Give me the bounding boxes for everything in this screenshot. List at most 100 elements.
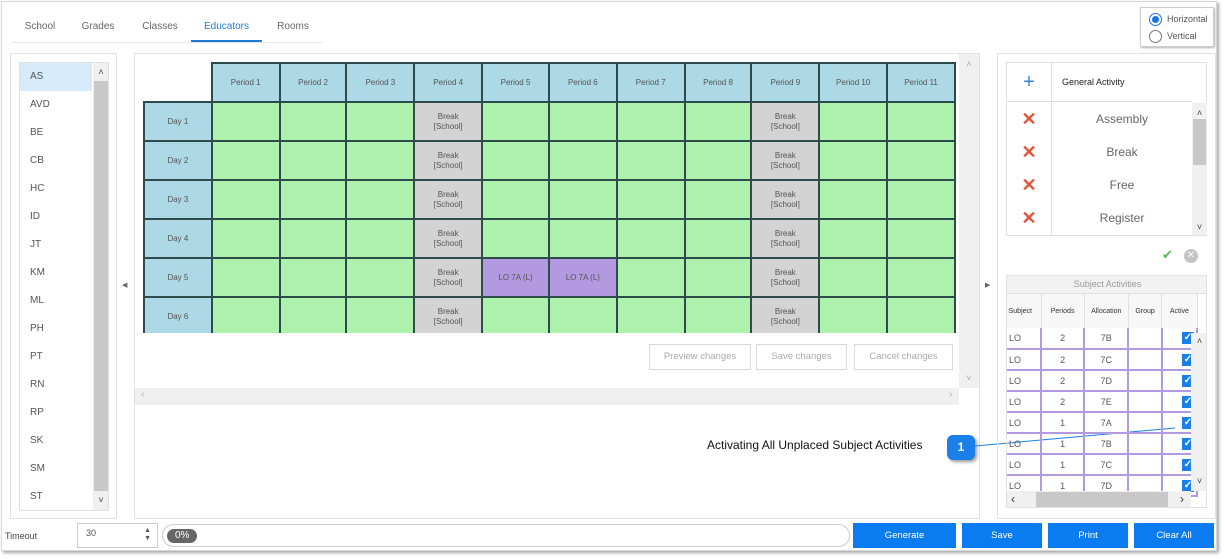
save-button[interactable]: Save — [962, 523, 1042, 548]
free-slot-cell[interactable] — [210, 140, 281, 181]
tab-grades[interactable]: Grades — [70, 14, 126, 42]
lesson-cell[interactable]: LO 7A (L) — [481, 257, 550, 298]
educator-item[interactable]: SK — [20, 427, 92, 455]
educator-item[interactable]: PT — [20, 343, 92, 371]
free-slot-cell[interactable] — [345, 218, 416, 259]
educator-item[interactable]: AVD — [20, 91, 92, 119]
free-slot-cell[interactable] — [481, 140, 550, 181]
free-slot-cell[interactable] — [547, 101, 618, 142]
break-cell[interactable]: Break [School] — [413, 101, 484, 142]
free-slot-cell[interactable] — [615, 218, 686, 259]
free-slot-cell[interactable] — [345, 140, 416, 181]
subject-activity-row[interactable]: LO 1 7C ✓ — [1007, 454, 1199, 476]
free-slot-cell[interactable] — [615, 257, 686, 298]
free-slot-cell[interactable] — [210, 179, 281, 220]
free-slot-cell[interactable] — [210, 257, 281, 298]
free-slot-cell[interactable] — [886, 257, 956, 298]
break-cell[interactable]: Break [School] — [413, 179, 484, 220]
educator-item[interactable]: ST — [20, 483, 92, 510]
cancel-changes-button[interactable]: Cancel changes — [854, 344, 953, 370]
subject-activity-row[interactable]: LO 2 7D ✓ — [1007, 370, 1199, 392]
scroll-up-icon[interactable]: ˄ — [1192, 107, 1207, 119]
free-slot-cell[interactable] — [683, 101, 753, 142]
save-changes-button[interactable]: Save changes — [756, 344, 847, 370]
subject-activity-row[interactable]: LO 2 7E ✓ — [1007, 391, 1199, 413]
free-slot-cell[interactable] — [615, 179, 686, 220]
lesson-cell[interactable]: LO 7A (L) — [547, 257, 618, 298]
clear-all-button[interactable]: Clear All — [1134, 523, 1214, 548]
scroll-up-icon[interactable]: ˄ — [959, 58, 979, 70]
educator-item[interactable]: AS — [20, 63, 92, 91]
activity-row[interactable]: ✕ Break — [1007, 136, 1192, 169]
free-slot-cell[interactable] — [818, 179, 889, 220]
column-header-periods[interactable]: Periods — [1041, 294, 1085, 328]
general-activity-scrollbar[interactable]: ˄ ˅ — [1192, 103, 1207, 235]
scrollbar-thumb[interactable] — [1193, 119, 1206, 165]
subject-activity-row[interactable]: LO 2 7C ✓ — [1007, 349, 1199, 371]
timetable-hscrollbar[interactable]: ‹ › — [135, 388, 959, 405]
subject-activities-vscrollbar[interactable]: ˄ ˅ — [1191, 333, 1206, 491]
free-slot-cell[interactable] — [547, 218, 618, 259]
free-slot-cell[interactable] — [278, 218, 348, 259]
free-slot-cell[interactable] — [278, 179, 348, 220]
educator-item[interactable]: BE — [20, 119, 92, 147]
free-slot-cell[interactable] — [683, 218, 753, 259]
delete-icon[interactable]: ✕ — [1007, 136, 1052, 169]
confirm-check-icon[interactable]: ✔ — [1162, 247, 1173, 263]
free-slot-cell[interactable] — [818, 296, 889, 333]
activity-row[interactable]: ✕ Assembly — [1007, 103, 1192, 136]
delete-icon[interactable]: ✕ — [1007, 103, 1052, 136]
preview-changes-button[interactable]: Preview changes — [649, 344, 751, 370]
educator-item[interactable]: SM — [20, 455, 92, 483]
educator-item[interactable]: KM — [20, 259, 92, 287]
scroll-down-icon[interactable]: ˅ — [1191, 475, 1206, 487]
free-slot-cell[interactable] — [345, 179, 416, 220]
scroll-down-icon[interactable]: ˅ — [959, 372, 979, 384]
educator-item[interactable]: ML — [20, 287, 92, 315]
free-slot-cell[interactable] — [615, 140, 686, 181]
free-slot-cell[interactable] — [481, 218, 550, 259]
educator-item[interactable]: CB — [20, 147, 92, 175]
activity-row[interactable]: ✕ Free — [1007, 169, 1192, 202]
free-slot-cell[interactable] — [683, 179, 753, 220]
free-slot-cell[interactable] — [886, 101, 956, 142]
radio-horizontal-input[interactable] — [1149, 12, 1162, 26]
subject-activities-hscrollbar[interactable]: ‹ › — [1007, 491, 1191, 507]
free-slot-cell[interactable] — [547, 140, 618, 181]
free-slot-cell[interactable] — [278, 296, 348, 333]
educator-item[interactable]: PH — [20, 315, 92, 343]
break-cell[interactable]: Break [School] — [750, 296, 821, 333]
educator-item[interactable]: RN — [20, 371, 92, 399]
educator-item[interactable]: HC — [20, 175, 92, 203]
free-slot-cell[interactable] — [886, 140, 956, 181]
break-cell[interactable]: Break [School] — [750, 140, 821, 181]
free-slot-cell[interactable] — [886, 296, 956, 333]
break-cell[interactable]: Break [School] — [413, 296, 484, 333]
free-slot-cell[interactable] — [683, 140, 753, 181]
activity-row[interactable]: ✕ Register — [1007, 202, 1192, 235]
scroll-right-icon[interactable]: › — [1180, 492, 1184, 506]
column-header-group[interactable]: Group — [1128, 294, 1163, 328]
free-slot-cell[interactable] — [818, 257, 889, 298]
timeout-stepper[interactable]: 30 ▲ ▼ — [77, 523, 158, 548]
free-slot-cell[interactable] — [481, 179, 550, 220]
free-slot-cell[interactable] — [818, 140, 889, 181]
tab-classes[interactable]: Classes — [132, 14, 188, 42]
break-cell[interactable]: Break [School] — [750, 218, 821, 259]
educator-item[interactable]: JT — [20, 231, 92, 259]
column-header-allocation[interactable]: Allocation — [1084, 294, 1129, 328]
free-slot-cell[interactable] — [345, 257, 416, 298]
collapse-left-icon[interactable]: ◀ — [122, 281, 127, 289]
column-header-subject[interactable]: Subject — [1007, 294, 1042, 328]
free-slot-cell[interactable] — [547, 296, 618, 333]
tab-educators[interactable]: Educators — [191, 14, 262, 42]
scrollbar-thumb[interactable] — [94, 81, 108, 491]
timetable-vscrollbar[interactable]: ˄ ˅ — [959, 54, 979, 388]
scroll-down-icon[interactable]: ˅ — [93, 494, 108, 506]
scroll-up-icon[interactable]: ˄ — [93, 66, 108, 78]
free-slot-cell[interactable] — [886, 179, 956, 220]
print-button[interactable]: Print — [1048, 523, 1128, 548]
free-slot-cell[interactable] — [210, 296, 281, 333]
scroll-right-icon[interactable]: › — [949, 389, 953, 401]
free-slot-cell[interactable] — [481, 296, 550, 333]
